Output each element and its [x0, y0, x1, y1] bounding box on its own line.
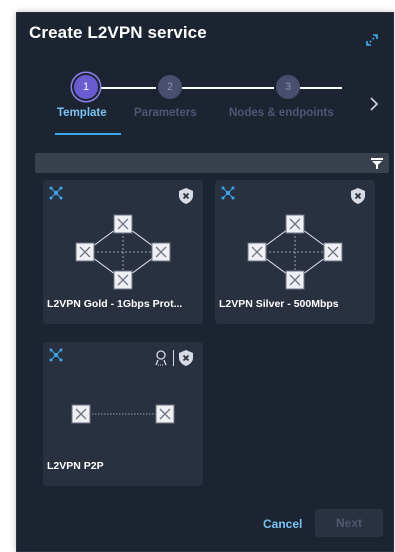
next-button[interactable]: Next: [315, 509, 383, 537]
template-card-label: L2VPN P2P: [47, 460, 104, 472]
template-card-silver[interactable]: L2VPN Silver - 500Mbps: [215, 180, 375, 324]
template-card-label: L2VPN Silver - 500Mbps: [219, 298, 339, 310]
node-icon: [113, 214, 133, 234]
network-icon: [49, 348, 63, 362]
network-icon: [221, 186, 235, 200]
step-connector: [98, 87, 156, 89]
step-label: Nodes & endpoints: [229, 107, 334, 119]
step-connector: [182, 87, 274, 89]
template-card-gold[interactable]: L2VPN Gold - 1Gbps Prot...: [43, 180, 203, 324]
network-icon: [49, 186, 63, 200]
ring-topology-diagram: [75, 214, 171, 290]
dialog-title: Create L2VPN service: [29, 23, 207, 42]
node-icon: [323, 242, 343, 262]
template-card-label: L2VPN Gold - 1Gbps Prot...: [47, 298, 183, 310]
node-icon: [113, 270, 133, 290]
node-icon: [151, 242, 171, 262]
step-label: Template: [57, 107, 107, 119]
card-badges: [154, 350, 193, 366]
filter-icon[interactable]: [371, 157, 383, 169]
shield-x-icon: [351, 188, 365, 204]
wizard-stepper: 1 Template 2 Parameters 3 Nodes & endpoi…: [17, 73, 395, 143]
node-icon: [71, 404, 91, 424]
node-icon: [285, 270, 305, 290]
node-icon: [247, 242, 267, 262]
chevron-right-icon[interactable]: [369, 97, 379, 111]
p2p-topology-diagram: [71, 404, 175, 424]
search-input[interactable]: [35, 153, 389, 173]
step-connector: [300, 87, 342, 89]
step-number-circle: 3: [276, 75, 300, 99]
node-icon: [155, 404, 175, 424]
expand-icon[interactable]: [365, 33, 379, 47]
step-number-circle: 2: [158, 75, 182, 99]
template-card-p2p[interactable]: L2VPN P2P: [43, 342, 203, 486]
user-badge-icon: [155, 350, 167, 366]
ring-topology-diagram: [247, 214, 343, 290]
create-l2vpn-dialog: Create L2VPN service 1 Template 2 Parame…: [16, 12, 394, 552]
shield-x-icon: [179, 350, 193, 366]
node-icon: [75, 242, 95, 262]
cancel-button[interactable]: Cancel: [263, 517, 302, 531]
step-label: Parameters: [134, 107, 197, 119]
badge-divider: [173, 350, 174, 366]
step-number-circle: 1: [74, 75, 98, 99]
shield-x-icon: [179, 188, 193, 204]
node-icon: [285, 214, 305, 234]
active-step-indicator: [55, 133, 121, 135]
